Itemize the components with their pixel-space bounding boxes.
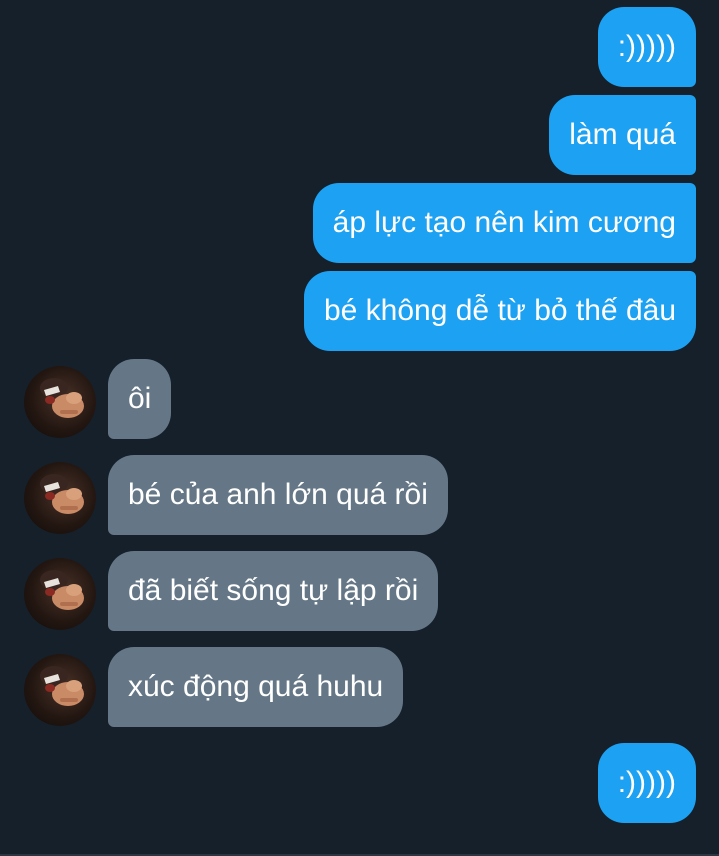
- sent-message-bubble[interactable]: áp lực tạo nên kim cương: [312, 183, 696, 263]
- avatar-photo-icon: [40, 666, 84, 706]
- contact-avatar[interactable]: [24, 366, 96, 438]
- sent-message-bubble[interactable]: làm quá: [549, 95, 696, 175]
- contact-avatar[interactable]: [24, 462, 96, 534]
- avatar-photo-icon: [40, 570, 84, 610]
- avatar-photo-icon: [40, 474, 84, 514]
- sent-message-bubble[interactable]: :))))): [597, 7, 696, 87]
- sent-message-bubble[interactable]: :))))): [597, 743, 696, 823]
- received-message-bubble[interactable]: đã biết sống tự lập rồi: [108, 551, 439, 631]
- avatar-photo-icon: [40, 378, 84, 418]
- received-message-bubble[interactable]: xúc động quá huhu: [108, 647, 404, 727]
- chat-thread: :))))) làm quá áp lực tạo nên kim cương …: [0, 0, 719, 856]
- contact-avatar[interactable]: [24, 654, 96, 726]
- contact-avatar[interactable]: [24, 558, 96, 630]
- received-message-bubble[interactable]: ôi: [108, 359, 172, 439]
- sent-message-bubble[interactable]: bé không dễ từ bỏ thế đâu: [303, 271, 696, 351]
- received-message-bubble[interactable]: bé của anh lớn quá rồi: [108, 455, 448, 535]
